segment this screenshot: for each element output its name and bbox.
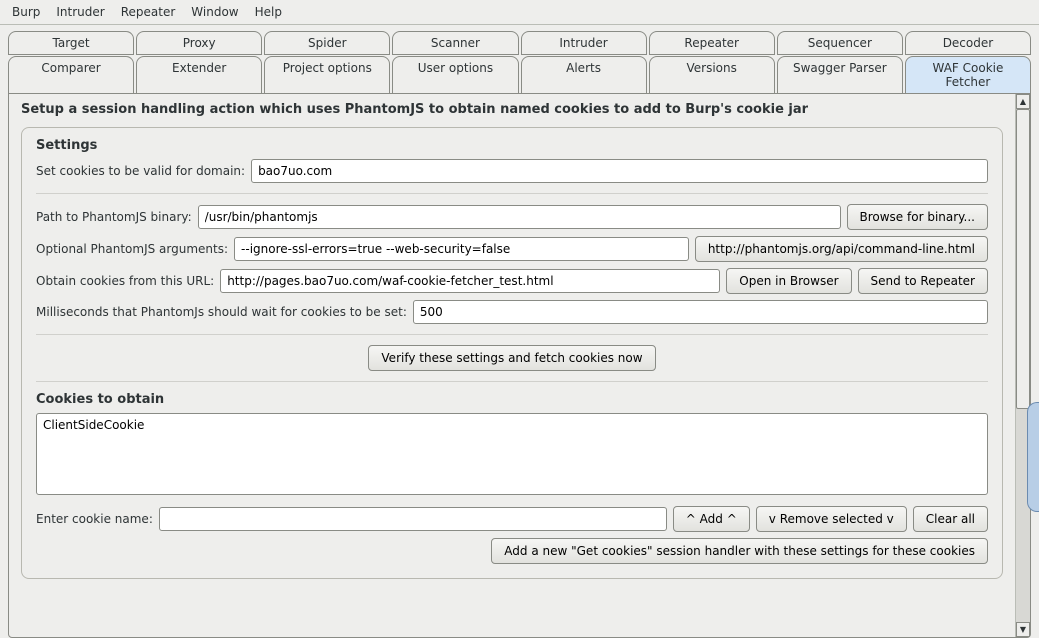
- menu-window[interactable]: Window: [185, 2, 244, 22]
- binary-label: Path to PhantomJS binary:: [36, 210, 192, 224]
- tab-comparer[interactable]: Comparer: [8, 56, 134, 94]
- args-label: Optional PhantomJS arguments:: [36, 242, 228, 256]
- domain-input[interactable]: [251, 159, 988, 183]
- page-heading: Setup a session handling action which us…: [21, 102, 1003, 117]
- tab-spider[interactable]: Spider: [264, 31, 390, 55]
- tab-proxy[interactable]: Proxy: [136, 31, 262, 55]
- args-row: Optional PhantomJS arguments: http://pha…: [36, 236, 988, 262]
- args-doc-button[interactable]: http://phantomjs.org/api/command-line.ht…: [695, 236, 988, 262]
- cookie-name-row: Enter cookie name: ^ Add ^ v Remove sele…: [36, 506, 988, 532]
- tab-repeater[interactable]: Repeater: [649, 31, 775, 55]
- tab-sequencer[interactable]: Sequencer: [777, 31, 903, 55]
- tab-intruder[interactable]: Intruder: [521, 31, 647, 55]
- tab-user-options[interactable]: User options: [392, 56, 518, 94]
- tab-content: Setup a session handling action which us…: [8, 93, 1031, 638]
- remove-cookie-button[interactable]: v Remove selected v: [756, 506, 907, 532]
- menu-repeater[interactable]: Repeater: [115, 2, 182, 22]
- wait-input[interactable]: [413, 300, 988, 324]
- cookies-list[interactable]: [36, 413, 988, 495]
- verify-row: Verify these settings and fetch cookies …: [36, 345, 988, 371]
- args-input[interactable]: [234, 237, 689, 261]
- menu-intruder[interactable]: Intruder: [50, 2, 110, 22]
- tab-row-2: Comparer Extender Project options User o…: [8, 56, 1031, 93]
- divider-3: [36, 381, 988, 382]
- browse-binary-button[interactable]: Browse for binary...: [847, 204, 989, 230]
- send-repeater-button[interactable]: Send to Repeater: [858, 268, 988, 294]
- tab-scanner[interactable]: Scanner: [392, 31, 518, 55]
- tab-row-1: Target Proxy Spider Scanner Intruder Rep…: [8, 31, 1031, 54]
- add-session-handler-button[interactable]: Add a new "Get cookies" session handler …: [491, 538, 988, 564]
- add-cookie-button[interactable]: ^ Add ^: [673, 506, 750, 532]
- scroll-track[interactable]: [1016, 109, 1030, 622]
- wait-label: Milliseconds that PhantomJs should wait …: [36, 305, 407, 319]
- clear-cookies-button[interactable]: Clear all: [913, 506, 988, 532]
- binary-input[interactable]: [198, 205, 841, 229]
- tabs-container: Target Proxy Spider Scanner Intruder Rep…: [0, 25, 1039, 93]
- tab-extender[interactable]: Extender: [136, 56, 262, 94]
- menu-burp[interactable]: Burp: [6, 2, 46, 22]
- tab-decoder[interactable]: Decoder: [905, 31, 1031, 55]
- divider-1: [36, 193, 988, 194]
- settings-title: Settings: [36, 138, 988, 153]
- scroll-thumb[interactable]: [1016, 109, 1030, 409]
- verify-button[interactable]: Verify these settings and fetch cookies …: [368, 345, 655, 371]
- vertical-scrollbar[interactable]: ▲ ▼: [1015, 94, 1030, 637]
- tab-versions[interactable]: Versions: [649, 56, 775, 94]
- menu-bar: Burp Intruder Repeater Window Help: [0, 0, 1039, 25]
- tab-target[interactable]: Target: [8, 31, 134, 55]
- url-row: Obtain cookies from this URL: Open in Br…: [36, 268, 988, 294]
- url-label: Obtain cookies from this URL:: [36, 274, 214, 288]
- tab-swagger-parser[interactable]: Swagger Parser: [777, 56, 903, 94]
- url-input[interactable]: [220, 269, 720, 293]
- tab-project-options[interactable]: Project options: [264, 56, 390, 94]
- domain-row: Set cookies to be valid for domain:: [36, 159, 988, 183]
- cookie-name-input[interactable]: [159, 507, 667, 531]
- binary-row: Path to PhantomJS binary: Browse for bin…: [36, 204, 988, 230]
- cookie-name-label: Enter cookie name:: [36, 512, 153, 526]
- domain-label: Set cookies to be valid for domain:: [36, 164, 245, 178]
- session-row: Add a new "Get cookies" session handler …: [36, 538, 988, 564]
- scroll-down-icon[interactable]: ▼: [1016, 622, 1030, 637]
- tab-waf-cookie-fetcher[interactable]: WAF Cookie Fetcher: [905, 56, 1031, 94]
- open-browser-button[interactable]: Open in Browser: [726, 268, 851, 294]
- tab-alerts[interactable]: Alerts: [521, 56, 647, 94]
- side-drawer-handle[interactable]: [1027, 402, 1039, 512]
- settings-panel: Settings Set cookies to be valid for dom…: [21, 127, 1003, 579]
- main-content: Setup a session handling action which us…: [9, 94, 1015, 637]
- scroll-up-icon[interactable]: ▲: [1016, 94, 1030, 109]
- cookies-title: Cookies to obtain: [36, 392, 988, 407]
- wait-row: Milliseconds that PhantomJs should wait …: [36, 300, 988, 324]
- divider-2: [36, 334, 988, 335]
- menu-help[interactable]: Help: [249, 2, 288, 22]
